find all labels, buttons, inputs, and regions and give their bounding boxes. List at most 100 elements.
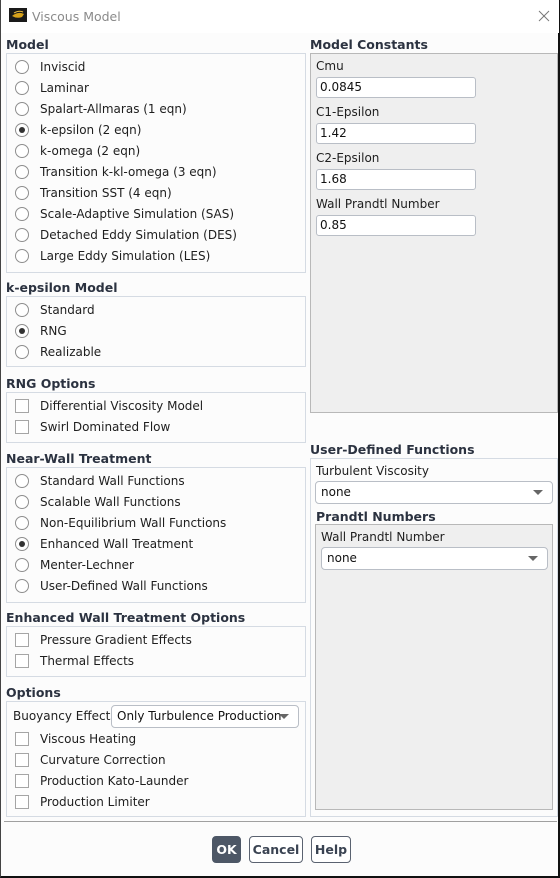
- turbulent-viscosity-select[interactable]: none: [315, 481, 553, 504]
- close-icon[interactable]: [537, 9, 551, 23]
- checkbox[interactable]: [15, 753, 29, 767]
- rng-options-title: RNG Options: [6, 376, 96, 391]
- radio-button[interactable]: [15, 207, 29, 221]
- checkbox-swirl-dominated[interactable]: Swirl Dominated Flow: [15, 417, 170, 437]
- radio-button[interactable]: [15, 165, 29, 179]
- model-section-title: Model: [6, 37, 49, 52]
- checkbox-production-kato-launder[interactable]: Production Kato-Launder: [15, 771, 188, 791]
- cmu-input[interactable]: 0.0845: [316, 77, 476, 98]
- chevron-down-icon: [528, 556, 538, 561]
- model-group: Inviscid Laminar Spalart-Allmaras (1 eqn…: [6, 53, 306, 273]
- wall-prandtl-number-label: Wall Prandtl Number: [316, 197, 440, 211]
- turbulent-viscosity-label: Turbulent Viscosity: [316, 464, 429, 478]
- c2-epsilon-input[interactable]: 1.68: [316, 169, 476, 190]
- checkbox-thermal-effects[interactable]: Thermal Effects: [15, 651, 134, 671]
- udf-wall-prandtl-value: none: [327, 551, 357, 565]
- checkbox[interactable]: [15, 732, 29, 746]
- radio-realizable[interactable]: Realizable: [15, 342, 101, 362]
- radio-button[interactable]: [15, 303, 29, 317]
- model-constants-group: Cmu 0.0845 C1-Epsilon 1.42 C2-Epsilon 1.…: [310, 53, 558, 413]
- radio-transition-sst[interactable]: Transition SST (4 eqn): [15, 183, 172, 203]
- options-group: Buoyancy Effects Only Turbulence Product…: [6, 701, 306, 817]
- radio-button[interactable]: [15, 516, 29, 530]
- radio-menter-lechner[interactable]: Menter-Lechner: [15, 555, 134, 575]
- help-button[interactable]: Help: [311, 836, 351, 863]
- buoyancy-effects-value: Only Turbulence Production: [117, 709, 282, 723]
- radio-button-selected[interactable]: [15, 123, 29, 137]
- radio-button[interactable]: [15, 144, 29, 158]
- radio-standard[interactable]: Standard: [15, 300, 95, 320]
- checkbox-pressure-gradient-effects[interactable]: Pressure Gradient Effects: [15, 630, 192, 650]
- window-title: Viscous Model: [32, 9, 121, 24]
- checkbox-production-limiter[interactable]: Production Limiter: [15, 792, 150, 812]
- radio-non-equilibrium-wall-functions[interactable]: Non-Equilibrium Wall Functions: [15, 513, 226, 533]
- radio-button[interactable]: [15, 81, 29, 95]
- radio-rng[interactable]: RNG: [15, 321, 67, 341]
- checkbox[interactable]: [15, 795, 29, 809]
- radio-inviscid[interactable]: Inviscid: [15, 57, 85, 77]
- checkbox[interactable]: [15, 774, 29, 788]
- checkbox[interactable]: [15, 654, 29, 668]
- udf-group: Turbulent Viscosity none Prandtl Numbers…: [310, 458, 558, 817]
- radio-k-epsilon[interactable]: k-epsilon (2 eqn): [15, 120, 141, 140]
- cmu-label: Cmu: [316, 59, 344, 73]
- turbulent-viscosity-value: none: [321, 485, 351, 499]
- k-epsilon-model-group: Standard RNG Realizable: [6, 296, 306, 367]
- radio-standard-wall-functions[interactable]: Standard Wall Functions: [15, 471, 185, 491]
- checkbox-differential-viscosity[interactable]: Differential Viscosity Model: [15, 396, 203, 416]
- radio-button[interactable]: [15, 60, 29, 74]
- udf-wall-prandtl-label: Wall Prandtl Number: [321, 530, 445, 544]
- radio-sas[interactable]: Scale-Adaptive Simulation (SAS): [15, 204, 234, 224]
- udf-wall-prandtl-select[interactable]: none: [321, 547, 548, 570]
- radio-les[interactable]: Large Eddy Simulation (LES): [15, 246, 210, 266]
- chevron-down-icon: [533, 490, 543, 495]
- wall-prandtl-number-input[interactable]: 0.85: [316, 215, 476, 236]
- footer-divider: [4, 821, 557, 822]
- near-wall-treatment-title: Near-Wall Treatment: [6, 451, 152, 466]
- near-wall-treatment-group: Standard Wall Functions Scalable Wall Fu…: [6, 467, 306, 603]
- model-constants-title: Model Constants: [310, 37, 428, 52]
- checkbox[interactable]: [15, 420, 29, 434]
- radio-laminar[interactable]: Laminar: [15, 78, 89, 98]
- radio-enhanced-wall-treatment[interactable]: Enhanced Wall Treatment: [15, 534, 193, 554]
- checkbox-curvature-correction[interactable]: Curvature Correction: [15, 750, 166, 770]
- radio-des[interactable]: Detached Eddy Simulation (DES): [15, 225, 237, 245]
- c2-epsilon-label: C2-Epsilon: [316, 151, 380, 165]
- radio-spalart-allmaras[interactable]: Spalart-Allmaras (1 eqn): [15, 99, 187, 119]
- checkbox[interactable]: [15, 399, 29, 413]
- checkbox[interactable]: [15, 633, 29, 647]
- cancel-button[interactable]: Cancel: [249, 836, 303, 863]
- fluent-logo-icon: [9, 8, 27, 22]
- radio-scalable-wall-functions[interactable]: Scalable Wall Functions: [15, 492, 181, 512]
- radio-button[interactable]: [15, 579, 29, 593]
- radio-button[interactable]: [15, 345, 29, 359]
- radio-user-defined-wall-functions[interactable]: User-Defined Wall Functions: [15, 576, 208, 596]
- checkbox-viscous-heating[interactable]: Viscous Heating: [15, 729, 136, 749]
- radio-button[interactable]: [15, 102, 29, 116]
- ewt-options-group: Pressure Gradient Effects Thermal Effect…: [6, 626, 306, 677]
- radio-k-omega[interactable]: k-omega (2 eqn): [15, 141, 140, 161]
- c1-epsilon-label: C1-Epsilon: [316, 105, 380, 119]
- c1-epsilon-input[interactable]: 1.42: [316, 123, 476, 144]
- prandtl-numbers-group: Wall Prandtl Number none: [315, 524, 553, 810]
- radio-transition-k-kl-omega[interactable]: Transition k-kl-omega (3 eqn): [15, 162, 217, 182]
- radio-button-selected[interactable]: [15, 324, 29, 338]
- ok-button[interactable]: OK: [212, 836, 241, 863]
- radio-button[interactable]: [15, 558, 29, 572]
- udf-title: User-Defined Functions: [310, 442, 475, 457]
- options-title: Options: [6, 685, 61, 700]
- buoyancy-effects-label: Buoyancy Effects: [13, 709, 117, 723]
- radio-button[interactable]: [15, 249, 29, 263]
- viscous-model-dialog: Viscous Model Model Inviscid Laminar Spa…: [0, 0, 560, 878]
- radio-button-selected[interactable]: [15, 537, 29, 551]
- chevron-down-icon: [279, 714, 289, 719]
- buoyancy-effects-select[interactable]: Only Turbulence Production: [111, 705, 299, 728]
- radio-button[interactable]: [15, 228, 29, 242]
- radio-button[interactable]: [15, 474, 29, 488]
- ewt-options-title: Enhanced Wall Treatment Options: [6, 610, 246, 625]
- radio-button[interactable]: [15, 186, 29, 200]
- rng-options-group: Differential Viscosity Model Swirl Domin…: [6, 392, 306, 443]
- title-bar: Viscous Model: [1, 0, 559, 33]
- radio-button[interactable]: [15, 495, 29, 509]
- k-epsilon-model-title: k-epsilon Model: [6, 280, 118, 295]
